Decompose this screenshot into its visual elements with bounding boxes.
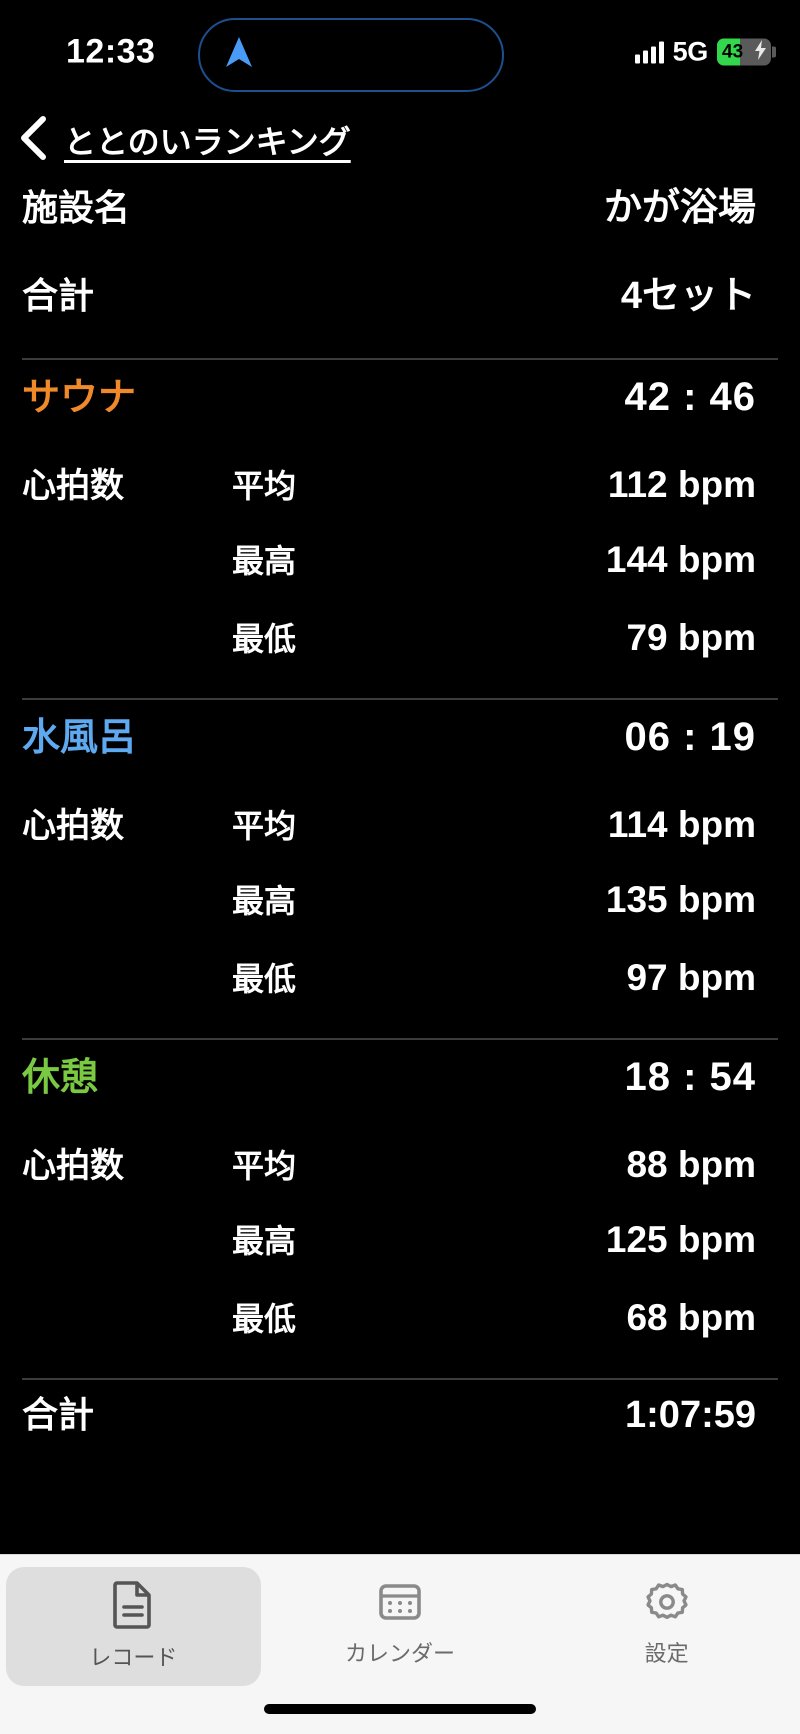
hr-min-value: 68 bpm <box>626 1297 756 1338</box>
hr-max-row: 最高 144 bpm <box>22 536 778 614</box>
status-time: 12:33 <box>66 32 156 71</box>
hr-avg-value: 112 bpm <box>607 464 756 505</box>
section-header-row: 休憩 18 : 54 <box>22 1046 778 1138</box>
hr-max-value: 125 bpm <box>605 1219 756 1260</box>
sets-row: 合計 4セット <box>22 264 778 352</box>
heart-rate-label: 心拍数 <box>22 1147 124 1185</box>
hr-avg-row: 心拍数 平均 112 bpm <box>22 458 778 536</box>
tab-bar: レコード カレンダー 設定 <box>0 1554 800 1734</box>
hr-avg-value: 88 bpm <box>626 1144 756 1185</box>
hr-avg-row: 心拍数 平均 88 bpm <box>22 1138 778 1216</box>
gear-icon <box>644 1579 690 1630</box>
cellular-signal-icon <box>634 41 664 63</box>
hr-avg-value: 114 bpm <box>607 804 756 845</box>
dynamic-island[interactable] <box>198 18 504 92</box>
divider <box>22 358 778 360</box>
facility-value: かが浴場 <box>603 187 756 229</box>
divider <box>22 1378 778 1380</box>
section-duration: 42 : 46 <box>624 375 756 419</box>
section-header-row: サウナ 42 : 46 <box>22 366 778 458</box>
tab-settings[interactable]: 設定 <box>539 1567 794 1682</box>
hr-max-value: 144 bpm <box>605 539 756 580</box>
facility-label: 施設名 <box>22 187 131 228</box>
tab-calendar[interactable]: カレンダー <box>273 1567 528 1682</box>
section-header-row: 水風呂 06 : 19 <box>22 706 778 798</box>
section-sauna: サウナ 42 : 46 心拍数 平均 112 bpm 最高 144 bpm 最低… <box>22 366 778 692</box>
hr-min-value: 97 bpm <box>626 957 756 998</box>
section-duration: 18 : 54 <box>624 1055 756 1099</box>
hr-avg-label: 平均 <box>232 808 297 844</box>
sets-label: 合計 <box>22 275 95 316</box>
tab-record[interactable]: レコード <box>6 1567 261 1686</box>
hr-max-row: 最高 135 bpm <box>22 876 778 954</box>
hr-min-row: 最低 68 bpm <box>22 1294 778 1372</box>
hr-avg-label: 平均 <box>232 1148 297 1184</box>
network-type-label: 5G <box>672 36 709 67</box>
calendar-icon <box>377 1579 423 1630</box>
sets-value: 4セット <box>620 275 756 317</box>
divider <box>22 698 778 700</box>
section-name: サウナ <box>22 377 137 419</box>
hr-max-value: 135 bpm <box>605 879 756 920</box>
hr-max-label: 最高 <box>232 1223 297 1259</box>
section-rest: 休憩 18 : 54 心拍数 平均 88 bpm 最高 125 bpm 最低 6… <box>22 1046 778 1372</box>
total-value: 1:07:59 <box>625 1394 756 1436</box>
document-icon <box>111 1579 155 1634</box>
battery-percent-label: 43 <box>722 41 744 62</box>
hr-max-row: 最高 125 bpm <box>22 1216 778 1294</box>
hr-min-label: 最低 <box>232 1301 297 1337</box>
home-indicator[interactable] <box>264 1704 536 1714</box>
hr-max-label: 最高 <box>232 883 297 919</box>
status-bar: 12:33 5G 43 <box>0 0 800 104</box>
tab-calendar-label: カレンダー <box>345 1641 456 1666</box>
total-label: 合計 <box>22 1394 95 1435</box>
hr-min-value: 79 bpm <box>626 617 756 658</box>
hr-avg-row: 心拍数 平均 114 bpm <box>22 798 778 876</box>
total-row: 合計 1:07:59 <box>22 1386 778 1472</box>
status-indicators: 5G 43 <box>634 36 776 68</box>
hr-min-row: 最低 79 bpm <box>22 614 778 692</box>
back-chevron-icon[interactable] <box>16 115 50 166</box>
location-arrow-icon <box>222 34 256 77</box>
hr-min-label: 最低 <box>232 621 297 657</box>
page-title[interactable]: ととのいランキング <box>64 117 351 163</box>
section-name: 休憩 <box>22 1057 99 1099</box>
facility-row: 施設名 かが浴場 <box>22 176 778 264</box>
hr-min-label: 最低 <box>232 961 297 997</box>
hr-max-label: 最高 <box>232 543 297 579</box>
section-name: 水風呂 <box>22 717 137 759</box>
tab-record-label: レコード <box>89 1645 178 1670</box>
battery-icon: 43 <box>717 38 776 66</box>
record-detail-content: 施設名 かが浴場 合計 4セット サウナ 42 : 46 心拍数 平均 112 … <box>0 176 800 1554</box>
hr-avg-label: 平均 <box>232 468 297 504</box>
tab-settings-label: 設定 <box>644 1641 689 1666</box>
divider <box>22 1038 778 1040</box>
heart-rate-label: 心拍数 <box>22 807 124 845</box>
hr-min-row: 最低 97 bpm <box>22 954 778 1032</box>
section-duration: 06 : 19 <box>624 715 756 759</box>
app-screen: 12:33 5G 43 ととのいランキング 施設名 かが浴場 合計 4セット サ… <box>0 0 800 1734</box>
charging-bolt-icon <box>754 39 767 65</box>
navigation-bar: ととのいランキング <box>0 104 800 176</box>
section-cold-bath: 水風呂 06 : 19 心拍数 平均 114 bpm 最高 135 bpm 最低… <box>22 706 778 1032</box>
heart-rate-label: 心拍数 <box>22 467 124 505</box>
